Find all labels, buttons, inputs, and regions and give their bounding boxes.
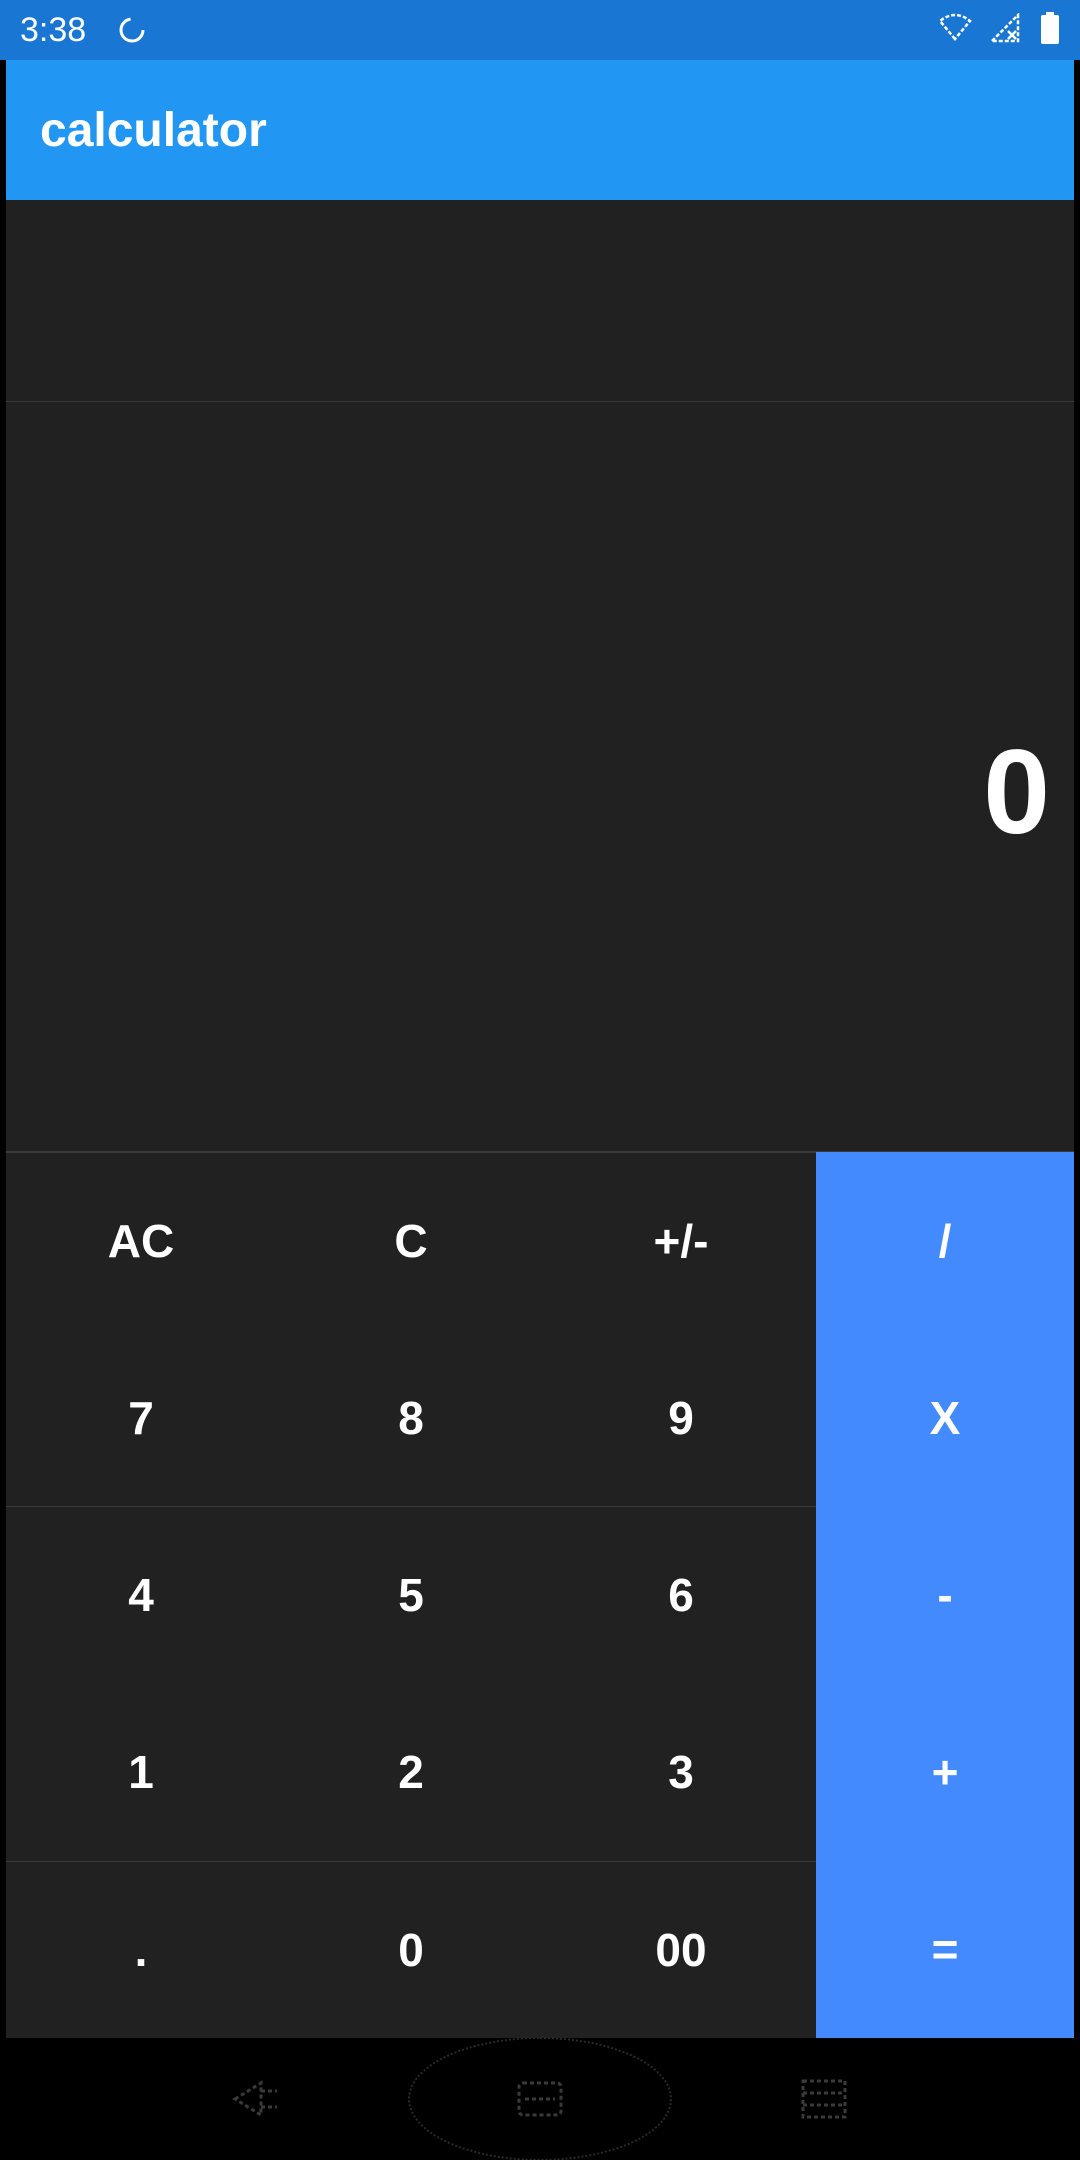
keypad: AC C +/- / 7 8 9 X 4 5 6 - 1 2 3 + . 0 0… (6, 1152, 1074, 2038)
status-bar: 3:38 (0, 0, 1080, 60)
digit-5-button[interactable]: 5 (276, 1506, 546, 1684)
app-bar: calculator (6, 60, 1074, 200)
add-button[interactable]: + (816, 1683, 1074, 1861)
digit-4-button[interactable]: 4 (6, 1506, 276, 1684)
status-icons (938, 11, 1060, 49)
digit-8-button[interactable]: 8 (276, 1329, 546, 1507)
negate-button[interactable]: +/- (546, 1152, 816, 1330)
digit-9-button[interactable]: 9 (546, 1329, 816, 1507)
digit-7-button[interactable]: 7 (6, 1329, 276, 1507)
equals-button[interactable]: = (816, 1860, 1074, 2038)
digit-1-button[interactable]: 1 (6, 1683, 276, 1861)
digit-2-button[interactable]: 2 (276, 1683, 546, 1861)
result-display: 0 (6, 402, 1074, 1152)
app-title: calculator (40, 103, 267, 157)
navigation-bar (0, 2037, 1080, 2160)
double-zero-button[interactable]: 00 (546, 1860, 816, 2038)
recents-icon[interactable] (784, 2059, 864, 2139)
all-clear-button[interactable]: AC (6, 1152, 276, 1330)
decimal-button[interactable]: . (6, 1860, 276, 2038)
multiply-button[interactable]: X (816, 1329, 1074, 1507)
wifi-icon (938, 13, 972, 48)
back-icon[interactable] (216, 2059, 296, 2139)
result-value: 0 (983, 724, 1050, 859)
expression-display (6, 200, 1074, 402)
clear-button[interactable]: C (276, 1152, 546, 1330)
divide-button[interactable]: / (816, 1152, 1074, 1330)
subtract-button[interactable]: - (816, 1506, 1074, 1684)
sync-icon (116, 14, 148, 46)
calculator-screen: 3:38 calculator 0 AC C +/- / 7 8 9 X 4 5… (0, 0, 1080, 2160)
battery-icon (1040, 11, 1060, 49)
digit-6-button[interactable]: 6 (546, 1506, 816, 1684)
home-icon[interactable] (408, 2037, 672, 2160)
status-time: 3:38 (20, 10, 87, 49)
digit-3-button[interactable]: 3 (546, 1683, 816, 1861)
digit-0-button[interactable]: 0 (276, 1860, 546, 2038)
no-signal-icon (988, 11, 1022, 48)
